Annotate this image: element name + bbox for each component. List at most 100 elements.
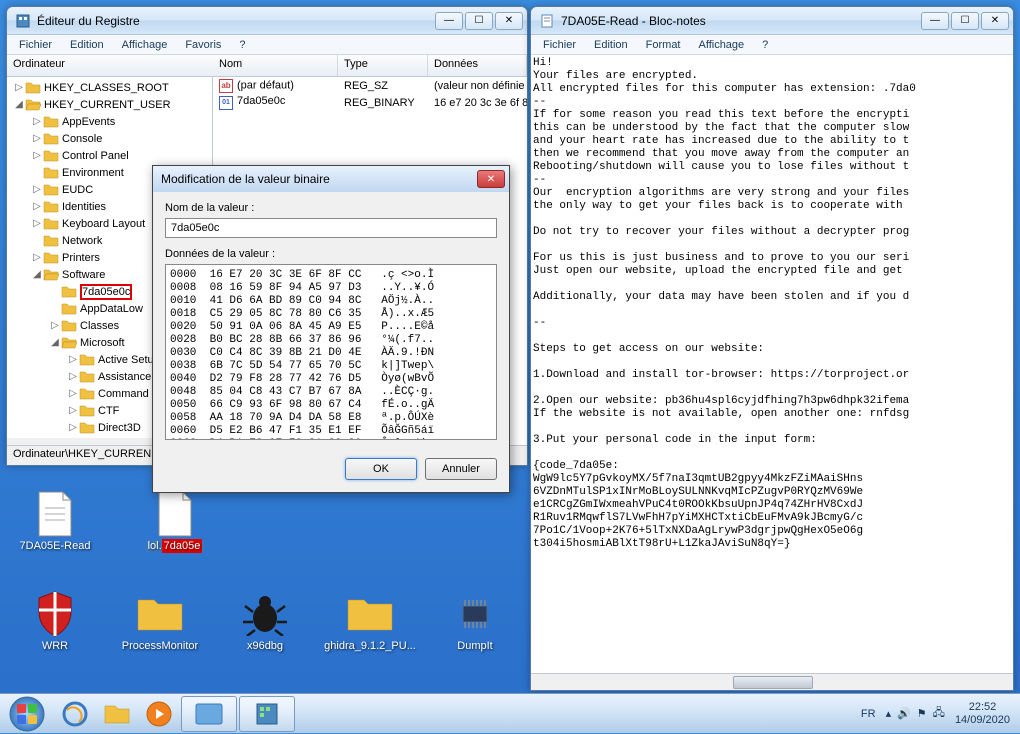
name-label: Nom de la valeur : bbox=[165, 202, 497, 214]
regedit-icon bbox=[15, 13, 31, 29]
menu-format[interactable]: Format bbox=[638, 37, 689, 53]
close-button[interactable]: ✕ bbox=[495, 12, 523, 30]
tree-toggle-icon[interactable]: ◢ bbox=[13, 99, 25, 110]
tree-node[interactable]: ▷HKEY_CLASSES_ROOT bbox=[9, 79, 210, 96]
desktop-icon-dumpit[interactable]: DumpIt bbox=[430, 590, 520, 652]
dialog-close-button[interactable]: ✕ bbox=[477, 170, 505, 188]
desktop-icon-x96dbg[interactable]: x96dbg bbox=[220, 590, 310, 652]
chip-icon bbox=[451, 590, 499, 638]
tree-toggle-icon[interactable]: ◢ bbox=[31, 269, 43, 280]
file-icon bbox=[151, 490, 199, 538]
data-label: Données de la valeur : bbox=[165, 248, 497, 260]
system-tray: FR ▴ 🔊 ⚑ 🖧 22:52 14/09/2020 bbox=[855, 701, 1020, 727]
tree-header[interactable]: Ordinateur bbox=[7, 55, 213, 77]
highlighted-extension: 7da05e bbox=[162, 539, 203, 553]
tree-toggle-icon[interactable]: ▷ bbox=[31, 201, 43, 212]
menu-edition[interactable]: Edition bbox=[586, 37, 636, 53]
desktop-icon-7da05e-read[interactable]: 7DA05E-Read bbox=[10, 490, 100, 552]
tree-toggle-icon[interactable]: ▷ bbox=[49, 320, 61, 331]
regedit-menubar: Fichier Edition Affichage Favoris ? bbox=[7, 35, 527, 55]
menu-fichier[interactable]: Fichier bbox=[535, 37, 584, 53]
tree-toggle-icon[interactable]: ▷ bbox=[67, 354, 79, 365]
tree-node[interactable]: ▷AppEvents bbox=[9, 113, 210, 130]
desktop-icons-row1: 7DA05E-Read lol.7da05e bbox=[10, 490, 220, 552]
clock-time: 22:52 bbox=[955, 701, 1010, 714]
notepad-window: 7DA05E-Read - Bloc-notes — ☐ ✕ Fichier E… bbox=[530, 6, 1014, 691]
window-controls: — ☐ ✕ bbox=[921, 12, 1009, 30]
list-row[interactable]: 017da05e0cREG_BINARY16 e7 20 3c 3e 6f 8f bbox=[213, 94, 527, 111]
taskbar-task-regedit[interactable] bbox=[239, 696, 295, 732]
close-button[interactable]: ✕ bbox=[981, 12, 1009, 30]
desktop-icon-label: lol.7da05e bbox=[146, 540, 205, 552]
menu-affichage[interactable]: Affichage bbox=[114, 37, 176, 53]
list-row[interactable]: ab(par défaut)REG_SZ(valeur non définie bbox=[213, 77, 527, 94]
desktop-icon-label: WRR bbox=[42, 640, 68, 652]
hex-editor[interactable]: 0000 16 E7 20 3C 3E 6F 8F CC .ç <>o.Ì 00… bbox=[165, 264, 497, 440]
reg-binary-icon: 01 bbox=[219, 96, 233, 110]
tree-node[interactable]: ▷Control Panel bbox=[9, 147, 210, 164]
desktop-icon-wrr[interactable]: WRR bbox=[10, 590, 100, 652]
desktop-icon-label: ProcessMonitor bbox=[122, 640, 198, 652]
tree-toggle-icon[interactable]: ▷ bbox=[13, 82, 25, 93]
language-indicator[interactable]: FR bbox=[861, 708, 876, 720]
menu-edition[interactable]: Edition bbox=[62, 37, 112, 53]
desktop-icon-label: x96dbg bbox=[247, 640, 283, 652]
col-type[interactable]: Type bbox=[338, 55, 428, 76]
taskbar-ie[interactable] bbox=[55, 696, 95, 732]
tree-toggle-icon[interactable]: ▷ bbox=[67, 422, 79, 433]
binary-edit-dialog: Modification de la valeur binaire ✕ Nom … bbox=[152, 165, 510, 493]
tray-flag-icon[interactable]: ⚑ bbox=[917, 707, 927, 720]
menu-affichage[interactable]: Affichage bbox=[691, 37, 753, 53]
tree-node[interactable]: ▷Console bbox=[9, 130, 210, 147]
value-name-input[interactable] bbox=[165, 218, 497, 238]
tree-toggle-icon[interactable]: ▷ bbox=[67, 405, 79, 416]
menu-help[interactable]: ? bbox=[754, 37, 776, 53]
regedit-titlebar[interactable]: Éditeur du Registre — ☐ ✕ bbox=[7, 7, 527, 35]
dialog-titlebar[interactable]: Modification de la valeur binaire ✕ bbox=[153, 166, 509, 192]
desktop-icon-label: DumpIt bbox=[457, 640, 492, 652]
desktop-icon-ghidra[interactable]: ghidra_9.1.2_PU... bbox=[325, 590, 415, 652]
tray-volume-icon[interactable]: 🔊 bbox=[897, 707, 911, 720]
tree-node[interactable]: ◢HKEY_CURRENT_USER bbox=[9, 96, 210, 113]
notepad-icon bbox=[539, 13, 555, 29]
tree-toggle-icon[interactable]: ▷ bbox=[31, 150, 43, 161]
tray-chevron-icon[interactable]: ▴ bbox=[886, 707, 892, 720]
desktop-icon-procmon[interactable]: ProcessMonitor bbox=[115, 590, 205, 652]
col-name[interactable]: Nom bbox=[213, 55, 338, 76]
tree-toggle-icon[interactable]: ▷ bbox=[31, 116, 43, 127]
tree-toggle-icon[interactable]: ◢ bbox=[49, 337, 61, 348]
maximize-button[interactable]: ☐ bbox=[465, 12, 493, 30]
tree-toggle-icon[interactable]: ▷ bbox=[67, 371, 79, 382]
taskbar-task-1[interactable] bbox=[181, 696, 237, 732]
cancel-button[interactable]: Annuler bbox=[425, 458, 497, 480]
bug-icon bbox=[241, 590, 289, 638]
menu-help[interactable]: ? bbox=[231, 37, 253, 53]
desktop-icon-lol[interactable]: lol.7da05e bbox=[130, 490, 220, 552]
start-button[interactable] bbox=[0, 694, 54, 734]
col-data[interactable]: Données bbox=[428, 55, 527, 76]
tree-toggle-icon[interactable]: ▷ bbox=[31, 133, 43, 144]
tree-toggle-icon[interactable]: ▷ bbox=[31, 218, 43, 229]
menu-fichier[interactable]: Fichier bbox=[11, 37, 60, 53]
minimize-button[interactable]: — bbox=[921, 12, 949, 30]
notepad-titlebar[interactable]: 7DA05E-Read - Bloc-notes — ☐ ✕ bbox=[531, 7, 1013, 35]
notepad-menubar: Fichier Edition Format Affichage ? bbox=[531, 35, 1013, 55]
horizontal-scrollbar[interactable] bbox=[531, 673, 1013, 690]
tree-toggle-icon[interactable]: ▷ bbox=[31, 252, 43, 263]
notepad-textarea[interactable]: Hi! Your files are encrypted. All encryp… bbox=[531, 55, 1013, 673]
dialog-title: Modification de la valeur binaire bbox=[161, 172, 330, 186]
maximize-button[interactable]: ☐ bbox=[951, 12, 979, 30]
list-rows: ab(par défaut)REG_SZ(valeur non définie0… bbox=[213, 77, 527, 111]
minimize-button[interactable]: — bbox=[435, 12, 463, 30]
menu-favoris[interactable]: Favoris bbox=[177, 37, 229, 53]
taskbar-wmp[interactable] bbox=[139, 696, 179, 732]
tree-toggle-icon[interactable]: ▷ bbox=[67, 388, 79, 399]
ok-button[interactable]: OK bbox=[345, 458, 417, 480]
scrollbar-thumb[interactable] bbox=[733, 676, 813, 689]
tree-toggle-icon[interactable]: ▷ bbox=[31, 184, 43, 195]
desktop-icon-label: ghidra_9.1.2_PU... bbox=[324, 640, 416, 652]
tray-network-icon[interactable]: 🖧 bbox=[933, 704, 945, 723]
taskbar-explorer[interactable] bbox=[97, 696, 137, 732]
text-file-icon bbox=[31, 490, 79, 538]
taskbar-clock[interactable]: 22:52 14/09/2020 bbox=[955, 701, 1014, 727]
